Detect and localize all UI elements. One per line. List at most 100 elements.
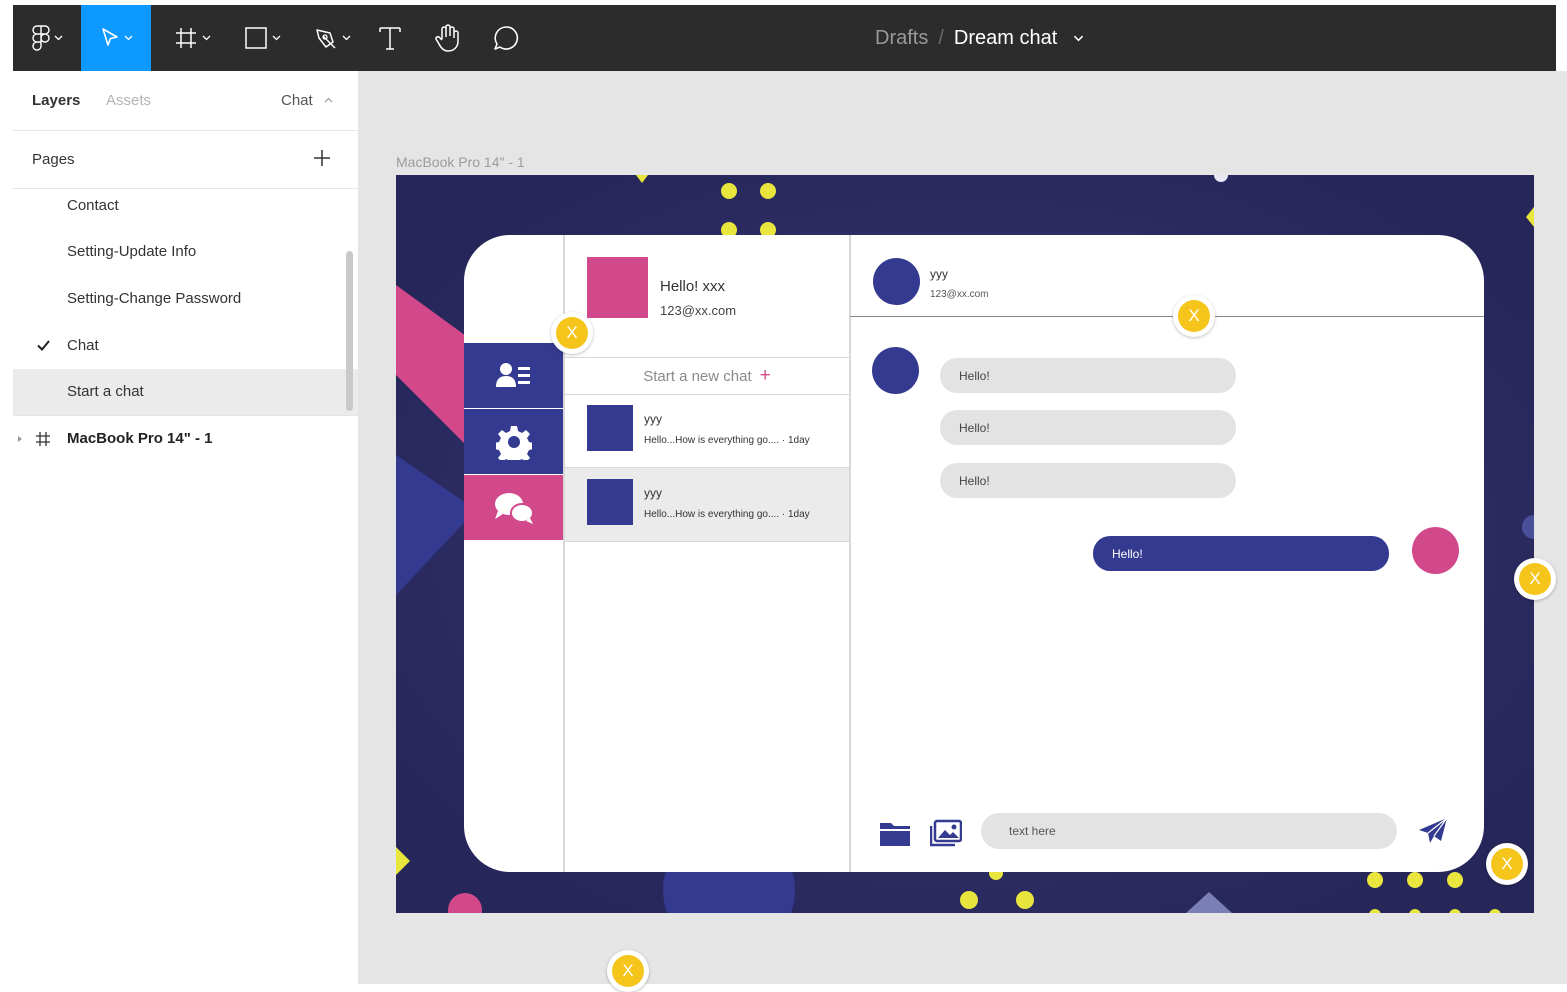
move-tool-button[interactable] [81,5,151,71]
frame-label[interactable]: MacBook Pro 14" - 1 [396,154,525,170]
gear-icon [495,425,532,460]
tab-assets[interactable]: Assets [106,92,151,109]
chat-name: yyy [644,486,662,500]
page-item-label: Setting-Change Password [67,290,242,307]
pages-header: Pages [13,131,358,189]
chat-avatar [587,405,633,451]
sender-avatar [872,347,919,394]
tab-layers[interactable]: Layers [32,92,80,109]
breadcrumb-separator: / [938,26,944,49]
page-item-chat[interactable]: Chat [13,323,358,369]
cursor-icon [101,28,118,46]
text-tool-button[interactable] [371,5,409,71]
start-new-chat-label: Start a new chat [643,367,752,385]
message-input[interactable]: text here [981,813,1397,849]
pages-title: Pages [32,151,75,168]
page-item-start-a-chat[interactable]: Start a chat [13,369,358,415]
chat-bubbles-icon [494,492,534,524]
incoming-message: Hello! [940,358,1236,393]
layer-item-label: MacBook Pro 14" - 1 [67,430,213,447]
text-icon [379,27,401,50]
chevron-up-icon[interactable] [324,97,333,103]
checkmark-icon [37,340,50,351]
divider [849,235,851,872]
comment-pin[interactable]: X [1514,558,1556,600]
start-new-chat-button[interactable]: Start a new chat + [565,357,849,395]
shape-tool-button[interactable] [233,5,291,71]
comment-tool-button[interactable] [487,5,525,71]
page-item-label: Contact [67,197,119,214]
comment-pin-label: X [1519,563,1551,595]
page-item-contact[interactable]: Contact [13,183,358,229]
current-page-selector[interactable]: Chat [281,92,313,109]
breadcrumb: Drafts / Dream chat [875,5,1084,71]
page-item-setting-change-password[interactable]: Setting-Change Password [13,276,358,322]
chat-preview: Hello...How is everything go.... · 1day [644,435,810,446]
layer-item-frame[interactable]: MacBook Pro 14" - 1 [13,416,358,462]
page-item-setting-update-info[interactable]: Setting-Update Info [13,229,358,275]
comment-icon [494,26,519,50]
my-avatar [1412,527,1459,574]
chat-app-card: Hello! xxx 123@xx.com Start a new chat +… [464,235,1484,872]
send-icon[interactable] [1418,817,1448,845]
profile-avatar[interactable] [587,257,648,318]
image-icon[interactable] [930,819,962,847]
chevron-down-icon [342,35,350,41]
layers-panel: Layers Assets Chat Pages Contact Setting… [13,71,359,984]
message-input-placeholder: text here [1009,824,1056,838]
chat-avatar [587,479,633,525]
conversation-header-divider [850,316,1484,317]
chevron-down-icon [272,35,280,41]
page-item-label: Chat [67,337,99,354]
nav-chat-button[interactable] [464,475,563,540]
toolbar: Drafts / Dream chat [13,5,1556,71]
file-menu-chevron-icon[interactable] [1073,35,1084,42]
breadcrumb-drafts[interactable]: Drafts [875,27,928,50]
chevron-down-icon [54,35,62,41]
frame-icon [36,432,50,446]
profile-email: 123@xx.com [660,303,737,318]
plus-icon: + [759,365,771,386]
contact-name: yyy [930,267,948,281]
comment-pin[interactable]: X [1486,843,1528,885]
nav-settings-button[interactable] [464,409,563,474]
incoming-message: Hello! [940,410,1236,445]
pen-icon [315,29,336,49]
chat-list-item[interactable]: yyy Hello...How is everything go.... · 1… [565,394,849,468]
nav-contacts-button[interactable] [464,343,563,408]
outgoing-message: Hello! [1093,536,1389,571]
rectangle-icon [244,27,267,49]
chat-list-item[interactable]: yyy Hello...How is everything go.... · 1… [565,468,849,542]
hand-tool-button[interactable] [429,5,467,71]
hand-icon [435,24,459,52]
comment-pin[interactable]: X [1173,295,1215,337]
panel-tabs: Layers Assets Chat [13,71,358,131]
figma-logo-icon [31,25,50,51]
comment-pin-label: X [612,955,644,987]
comment-pin-label: X [1178,300,1210,332]
add-page-icon[interactable] [313,149,331,167]
contact-avatar[interactable] [873,258,920,305]
chevron-down-icon [202,35,210,41]
comment-pin-label: X [1491,848,1523,880]
main-menu-button[interactable] [13,5,81,71]
contacts-icon [495,362,530,387]
frame-tool-button[interactable] [163,5,221,71]
page-item-label: Setting-Update Info [67,243,197,260]
pen-tool-button[interactable] [303,5,361,71]
expand-arrow-icon[interactable] [17,435,23,443]
folder-icon[interactable] [879,819,911,847]
page-item-label: Start a chat [67,383,144,400]
chat-preview: Hello...How is everything go.... · 1day [644,509,810,520]
incoming-message: Hello! [940,463,1236,498]
comment-pin[interactable]: X [607,950,649,992]
file-name[interactable]: Dream chat [954,27,1057,50]
comment-pin[interactable]: X [551,312,593,354]
pages-scrollbar[interactable] [346,251,353,411]
chat-name: yyy [644,412,662,426]
frame-icon [175,28,196,48]
chevron-down-icon [124,35,132,41]
contact-email: 123@xx.com [930,289,989,300]
comment-pin-label: X [556,317,588,349]
profile-greeting: Hello! xxx [660,278,726,295]
